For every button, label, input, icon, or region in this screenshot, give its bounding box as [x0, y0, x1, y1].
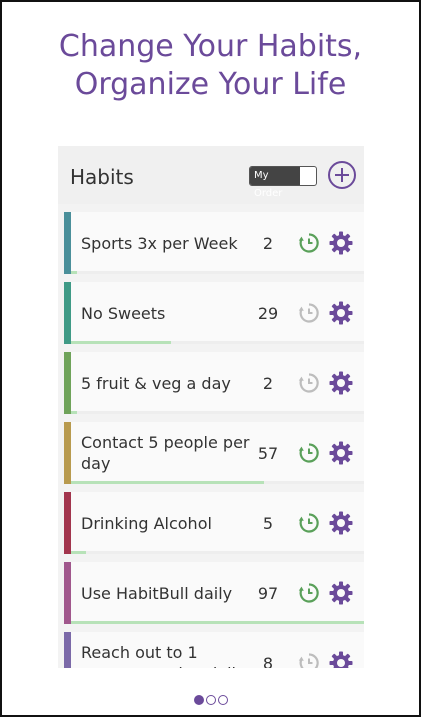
habit-progress-fill	[71, 271, 77, 274]
habit-progress-fill	[71, 481, 265, 484]
habit-color-bar	[64, 212, 71, 274]
habit-progress-track	[71, 551, 364, 554]
page-dot[interactable]	[205, 695, 216, 705]
add-habit-button[interactable]	[328, 161, 356, 189]
page-indicator	[2, 692, 419, 710]
my-order-toggle[interactable]: My Order	[249, 166, 317, 199]
habit-count: 57	[257, 443, 279, 463]
clock-check-icon[interactable]	[297, 511, 321, 535]
habit-progress-track	[71, 481, 364, 484]
headline-line-1: Change Your Habits,	[58, 29, 363, 64]
habit-count: 5	[262, 513, 274, 533]
habit-color-bar	[64, 492, 71, 554]
habit-name: No Sweets	[81, 303, 166, 323]
habit-count: 97	[257, 583, 279, 603]
habit-color-bar	[64, 632, 71, 668]
habit-row[interactable]: Contact 5 people per day 57	[64, 422, 364, 484]
headline: Change Your Habits, Organize Your Life	[2, 28, 419, 104]
habit-row[interactable]: 5 fruit & veg a day 2	[64, 352, 364, 414]
habit-color-bar	[64, 422, 71, 484]
habit-count: 8	[262, 653, 274, 669]
habit-row[interactable]: Reach out to 1 person per day daily 8	[64, 632, 364, 668]
habit-progress-track	[71, 411, 364, 414]
gear-icon[interactable]	[328, 440, 354, 466]
habit-row[interactable]: Use HabitBull daily 97	[64, 562, 364, 624]
my-order-label: My Order	[250, 167, 300, 199]
habit-progress-track	[71, 271, 364, 274]
habit-name: Sports 3x per Week	[81, 233, 238, 253]
clock-check-icon[interactable]	[297, 441, 321, 465]
gear-icon[interactable]	[328, 230, 354, 256]
habit-color-bar	[64, 352, 71, 414]
clock-check-icon[interactable]	[297, 301, 321, 325]
habit-name: Contact 5 people per day	[81, 433, 250, 473]
gear-icon[interactable]	[328, 510, 354, 536]
habit-name: Use HabitBull daily	[81, 583, 233, 603]
page-dot[interactable]	[193, 695, 204, 705]
habit-name: 5 fruit & veg a day	[81, 373, 231, 393]
gear-icon[interactable]	[328, 580, 354, 606]
clock-check-icon[interactable]	[297, 651, 321, 668]
habit-count: 2	[262, 373, 274, 393]
gear-icon[interactable]	[328, 650, 354, 668]
clock-check-icon[interactable]	[297, 581, 321, 605]
habit-name: Drinking Alcohol	[81, 513, 212, 533]
habit-row[interactable]: Sports 3x per Week 2	[64, 212, 364, 274]
panel-title: Habits	[70, 165, 134, 189]
gear-icon[interactable]	[328, 370, 354, 396]
habits-panel: Habits My Order Sports 3x per Week 2 No Sw…	[58, 146, 364, 668]
habit-count: 2	[262, 233, 274, 253]
habit-progress-track	[71, 621, 364, 624]
panel-header: Habits My Order	[58, 146, 364, 204]
habit-progress-fill	[71, 411, 77, 414]
habit-name: Reach out to 1 person per day daily	[81, 643, 245, 668]
page-dot[interactable]	[217, 695, 228, 705]
screen-frame: Change Your Habits, Organize Your Life H…	[0, 0, 421, 717]
habit-color-bar	[64, 282, 71, 344]
gear-icon[interactable]	[328, 300, 354, 326]
headline-line-2: Organize Your Life	[74, 67, 347, 102]
habit-color-bar	[64, 562, 71, 624]
clock-check-icon[interactable]	[297, 231, 321, 255]
habit-progress-fill	[71, 551, 86, 554]
habit-row[interactable]: No Sweets 29	[64, 282, 364, 344]
habit-progress-track	[71, 341, 364, 344]
habit-row[interactable]: Drinking Alcohol 5	[64, 492, 364, 554]
habit-count: 29	[257, 303, 279, 323]
clock-check-icon[interactable]	[297, 371, 321, 395]
habit-progress-fill	[71, 341, 171, 344]
habit-progress-fill	[71, 621, 364, 624]
